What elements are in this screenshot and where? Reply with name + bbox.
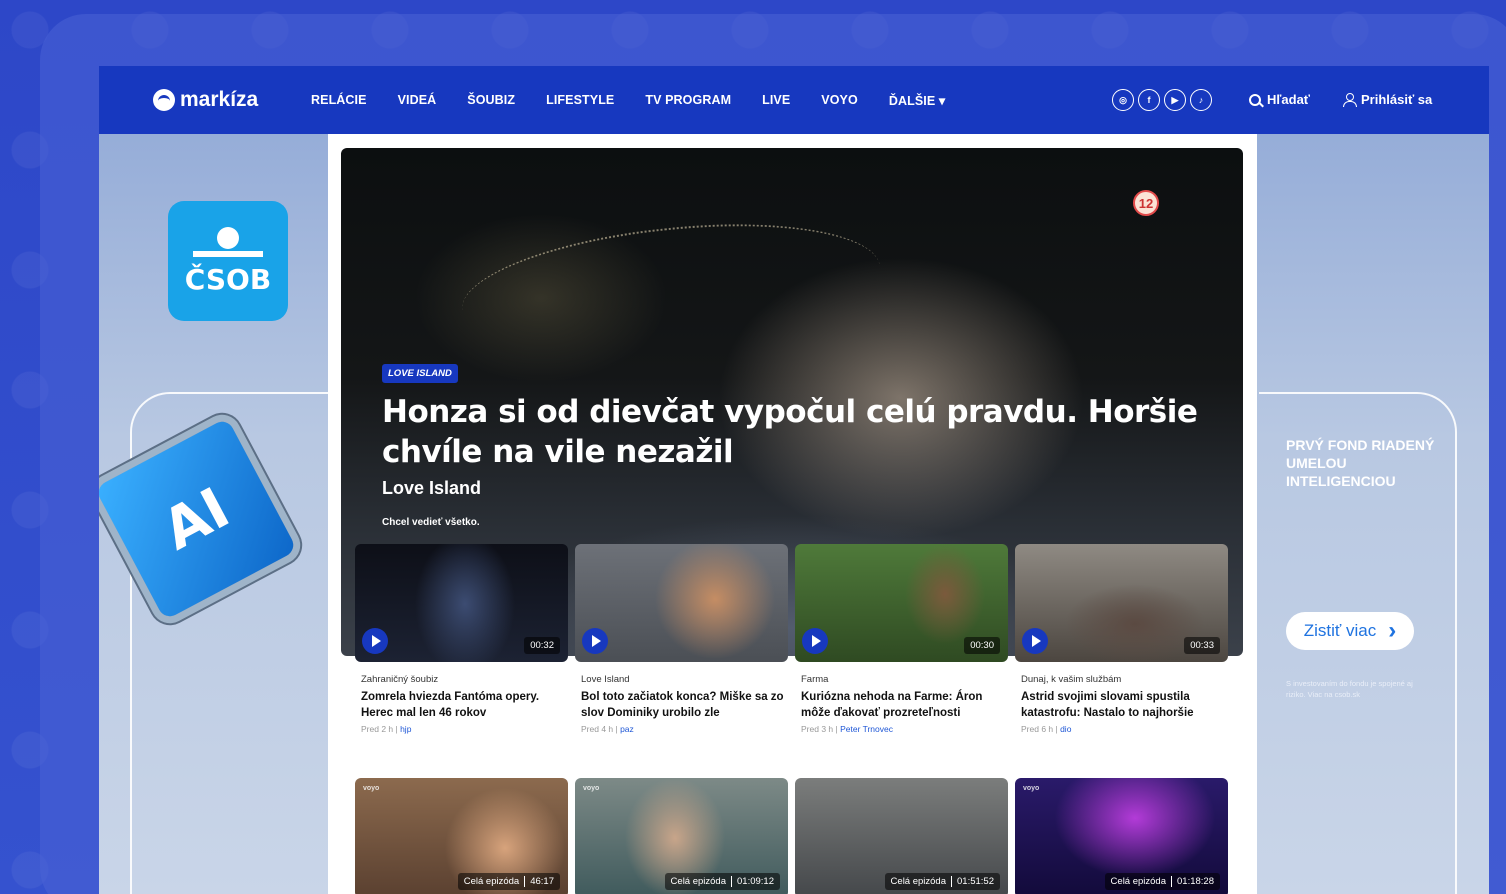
episode-label: Celá epizóda <box>670 876 727 887</box>
card-title[interactable]: Astrid svojimi slovami spustila katastro… <box>1021 689 1226 721</box>
main-menu: RELÁCIE VIDEÁ ŠOUBIZ LIFESTYLE TV PROGRA… <box>311 93 945 108</box>
card-category[interactable]: Dunaj, k vašim službám <box>1021 674 1228 685</box>
play-icon[interactable] <box>362 628 388 654</box>
menu-item-relacie[interactable]: RELÁCIE <box>311 93 367 108</box>
episode-card[interactable]: voyo Celá epizóda 46:17 <box>355 778 568 894</box>
csob-logo-dot <box>217 226 239 249</box>
menu-item-dalsie[interactable]: ĎALŠIE ▾ <box>889 93 945 108</box>
markiza-logo[interactable]: markíza <box>153 88 258 112</box>
menu-item-tv-program[interactable]: TV PROGRAM <box>645 93 731 108</box>
episode-card[interactable]: voyo Celá epizóda 01:18:28 <box>1015 778 1228 894</box>
episodes-row: voyo Celá epizóda 46:17 voyo Celá epizóda… <box>355 778 1228 894</box>
card-time: Pred 4 h <box>581 724 614 734</box>
social-links: ◎ f ▶ ♪ <box>1112 89 1212 111</box>
card-title[interactable]: Bol toto začiatok konca? Miške sa zo slo… <box>581 689 786 721</box>
voyo-badge: voyo <box>363 785 380 792</box>
card-time: Pred 3 h <box>801 724 834 734</box>
episode-label: Celá epizóda <box>1110 876 1167 887</box>
episode-duration-badge: Celá epizóda 01:51:52 <box>884 873 1000 890</box>
chevron-right-icon: › <box>1388 617 1397 644</box>
episode-label: Celá epizóda <box>463 876 520 887</box>
video-thumbnail[interactable]: 00:32 <box>355 544 568 662</box>
card-category[interactable]: Farma <box>801 674 1008 685</box>
hero-headline[interactable]: Honza si od dievčat vypočul celú pravdu.… <box>382 392 1222 472</box>
card-category[interactable]: Zahraničný šoubiz <box>361 674 568 685</box>
chip-label: AI <box>152 475 240 563</box>
card-author[interactable]: paz <box>620 724 634 734</box>
age-rating-badge: 12 <box>1133 190 1159 216</box>
ad-more-button[interactable]: Zistiť viac › <box>1286 612 1414 650</box>
card-category[interactable]: Love Island <box>581 674 788 685</box>
episode-duration: 01:18:28 <box>1171 876 1214 887</box>
video-thumbnail[interactable]: 00:33 <box>1015 544 1228 662</box>
menu-item-voyo[interactable]: VOYO <box>821 93 858 108</box>
search-label: Hľadať <box>1267 92 1311 107</box>
card-meta: Pred 3 h | Peter Trnovec <box>801 724 893 734</box>
search-button[interactable]: Hľadať <box>1249 92 1310 107</box>
video-duration: 00:33 <box>1184 637 1220 654</box>
video-card[interactable]: Love Island Bol toto začiatok konca? Miš… <box>575 544 788 734</box>
browser-viewport: markíza RELÁCIE VIDEÁ ŠOUBIZ LIFESTYLE T… <box>99 66 1489 894</box>
video-duration: 00:32 <box>524 637 560 654</box>
ad-title: PRVÝ FOND RIADENÝ UMELOU INTELIGENCIOU <box>1286 437 1435 489</box>
tiktok-icon[interactable]: ♪ <box>1190 89 1212 111</box>
csob-logo-bar <box>193 250 263 257</box>
voyo-badge: voyo <box>1023 785 1040 792</box>
card-time: Pred 6 h <box>1021 724 1054 734</box>
ad-disclaimer: S investovaním do fondu je spojené aj ri… <box>1286 679 1413 699</box>
menu-item-lifestyle[interactable]: LIFESTYLE <box>546 93 614 108</box>
card-author[interactable]: dio <box>1060 724 1071 734</box>
episode-duration: 01:51:52 <box>951 876 994 887</box>
facebook-icon[interactable]: f <box>1138 89 1160 111</box>
menu-item-soubiz[interactable]: ŠOUBIZ <box>467 93 515 108</box>
video-cards-row: 00:32 Zahraničný šoubiz Zomrela hviezda … <box>355 544 1228 734</box>
card-time: Pred 2 h <box>361 724 394 734</box>
csob-logo[interactable]: ČSOB <box>168 201 288 321</box>
episode-card[interactable]: voyo Celá epizóda 01:09:12 <box>575 778 788 894</box>
episode-card[interactable]: Celá epizóda 01:51:52 <box>795 778 1008 894</box>
user-icon <box>1343 93 1357 107</box>
menu-item-videa[interactable]: VIDEÁ <box>398 93 437 108</box>
card-meta: Pred 2 h | hjp <box>361 724 412 734</box>
episode-duration-badge: Celá epizóda 01:09:12 <box>664 873 780 890</box>
video-thumbnail[interactable]: 00:30 <box>795 544 1008 662</box>
video-card[interactable]: 00:30 Farma Kuriózna nehoda na Farme: Ár… <box>795 544 1008 734</box>
menu-item-live[interactable]: LIVE <box>762 93 790 108</box>
play-icon[interactable] <box>1022 628 1048 654</box>
hero-show-name: Love Island <box>382 478 482 498</box>
hero-category-tag[interactable]: LOVE ISLAND <box>382 364 458 383</box>
login-label: Prihlásiť sa <box>1361 92 1433 107</box>
voyo-badge: voyo <box>583 785 600 792</box>
card-author[interactable]: Peter Trnovec <box>840 724 893 734</box>
youtube-icon[interactable]: ▶ <box>1164 89 1186 111</box>
play-icon[interactable] <box>802 628 828 654</box>
card-meta: Pred 6 h | dio <box>1021 724 1072 734</box>
card-title[interactable]: Zomrela hviezda Fantóma opery. Herec mal… <box>361 689 566 721</box>
instagram-icon[interactable]: ◎ <box>1112 89 1134 111</box>
card-author[interactable]: hjp <box>400 724 411 734</box>
card-meta: Pred 4 h | paz <box>581 724 634 734</box>
episode-duration: 01:09:12 <box>731 876 774 887</box>
play-icon[interactable] <box>582 628 608 654</box>
video-thumbnail[interactable] <box>575 544 788 662</box>
video-card[interactable]: 00:33 Dunaj, k vašim službám Astrid svoj… <box>1015 544 1228 734</box>
video-duration: 00:30 <box>964 637 1000 654</box>
episode-duration: 46:17 <box>524 876 554 887</box>
ad-button-label: Zistiť viac <box>1303 621 1377 640</box>
logo-text: markíza <box>180 88 259 111</box>
markiza-logo-icon <box>153 89 175 111</box>
card-title[interactable]: Kuriózna nehoda na Farme: Áron môže ďako… <box>801 689 1006 721</box>
search-icon <box>1249 93 1261 106</box>
csob-brand-text: ČSOB <box>184 262 272 296</box>
top-navbar: markíza RELÁCIE VIDEÁ ŠOUBIZ LIFESTYLE T… <box>99 66 1489 134</box>
main-content: 12 LOVE ISLAND Honza si od dievčat vypoč… <box>328 134 1257 894</box>
hero-subtitle: Chcel vedieť všetko. <box>382 517 480 528</box>
episode-label: Celá epizóda <box>890 876 947 887</box>
string-lights-decor <box>455 206 887 370</box>
login-button[interactable]: Prihlásiť sa <box>1343 92 1432 107</box>
episode-duration-badge: Celá epizóda 01:18:28 <box>1104 873 1220 890</box>
episode-duration-badge: Celá epizóda 46:17 <box>457 873 560 890</box>
video-card[interactable]: 00:32 Zahraničný šoubiz Zomrela hviezda … <box>355 544 568 734</box>
